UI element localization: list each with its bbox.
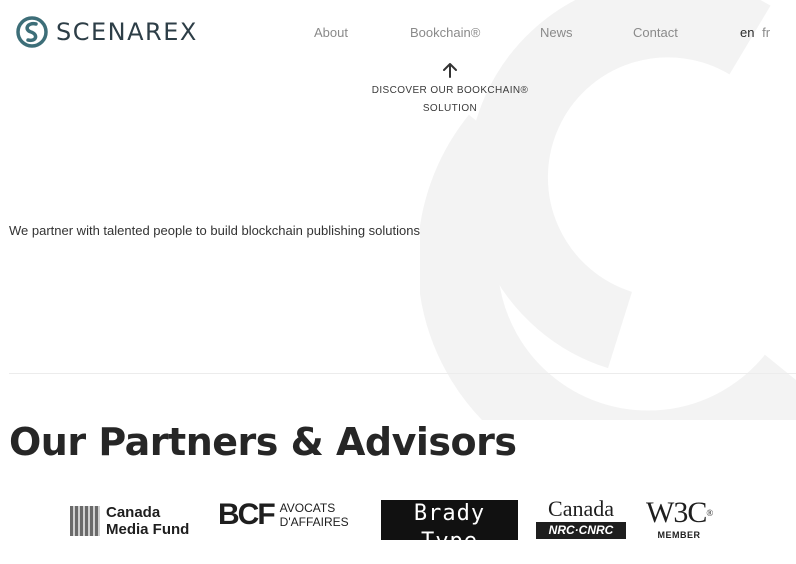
language-switcher: en fr bbox=[740, 25, 774, 40]
w3c-member-label: MEMBER bbox=[657, 530, 701, 540]
brady-sub: DIGITAL • PRINT BOOK PRODUCTION bbox=[397, 557, 502, 563]
site-header: SCENAREX About Bookchain® News Contact e… bbox=[0, 0, 796, 70]
brady-main: Brady Type bbox=[413, 501, 486, 554]
hero-tagline: We partner with talented people to build… bbox=[9, 223, 420, 238]
discover-label: DISCOVER OUR BOOKCHAIN® SOLUTION bbox=[371, 85, 529, 114]
cmf-label: Canada Media Fund bbox=[106, 504, 189, 538]
partner-brady-type[interactable]: Brady Type DIGITAL • PRINT BOOK PRODUCTI… bbox=[381, 500, 518, 563]
lang-fr[interactable]: fr bbox=[762, 25, 770, 40]
lang-en[interactable]: en bbox=[740, 25, 754, 40]
bcf-line1: AVOCATS bbox=[279, 501, 336, 515]
nav-news[interactable]: News bbox=[540, 25, 573, 40]
nrc-cnrc-label: NRC·CNRC bbox=[536, 522, 626, 539]
bcf-mark: BCF bbox=[218, 498, 276, 531]
discover-bookchain-link[interactable]: DISCOVER OUR BOOKCHAIN® SOLUTION bbox=[344, 62, 556, 116]
partner-canada-media-fund[interactable]: Canada Media Fund bbox=[70, 504, 189, 538]
nav-bookchain[interactable]: Bookchain® bbox=[410, 25, 480, 40]
nav-contact[interactable]: Contact bbox=[633, 25, 678, 40]
canada-word: Canada bbox=[548, 496, 614, 521]
bcf-label: AVOCATS D'AFFAIRES bbox=[280, 501, 349, 529]
partners-title: Our Partners & Advisors bbox=[9, 420, 517, 464]
cmf-grid-icon bbox=[70, 506, 100, 536]
partner-bcf[interactable]: BCF AVOCATS D'AFFAIRES bbox=[218, 500, 349, 530]
partners-logos: Canada Media Fund BCF AVOCATS D'AFFAIRES… bbox=[0, 496, 796, 563]
cmf-line1: Canada bbox=[106, 504, 161, 521]
w3c-text: W3C bbox=[646, 496, 707, 529]
partner-nrc-canada[interactable]: Canada NRC·CNRC bbox=[536, 498, 626, 539]
cmf-line2: Media Fund bbox=[106, 521, 190, 538]
section-divider bbox=[9, 373, 796, 374]
bcf-line2: D'AFFAIRES bbox=[279, 515, 349, 529]
nav-about[interactable]: About bbox=[314, 25, 348, 40]
partner-w3c[interactable]: W3C® MEMBER bbox=[646, 496, 713, 541]
w3c-word: W3C® bbox=[646, 496, 713, 529]
arrow-up-icon bbox=[443, 63, 457, 78]
w3c-registered: ® bbox=[706, 508, 713, 518]
main-nav: About Bookchain® News Contact bbox=[0, 25, 796, 45]
bcf-mark-text: BCF bbox=[218, 498, 276, 531]
